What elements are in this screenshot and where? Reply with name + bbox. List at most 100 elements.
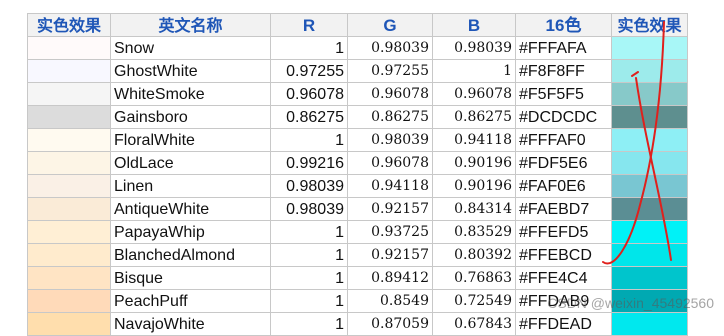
- tone-swatch-cell[interactable]: [611, 220, 688, 244]
- hex-code-cell[interactable]: #FAF0E6: [515, 174, 612, 198]
- g-value-cell[interactable]: 0.98039: [347, 128, 433, 152]
- header-r[interactable]: R: [270, 13, 348, 37]
- swatch-cell[interactable]: [27, 36, 111, 60]
- hex-code-cell[interactable]: #FFEBCD: [515, 243, 612, 267]
- color-name-cell[interactable]: WhiteSmoke: [110, 82, 271, 106]
- b-value-cell[interactable]: 0.90196: [432, 151, 516, 175]
- g-value-cell[interactable]: 0.96078: [347, 82, 433, 106]
- hex-code-cell[interactable]: #F5F5F5: [515, 82, 612, 106]
- color-name-cell[interactable]: NavajoWhite: [110, 312, 271, 336]
- b-value-cell[interactable]: 1: [432, 59, 516, 83]
- color-name-cell[interactable]: Linen: [110, 174, 271, 198]
- swatch-cell[interactable]: [27, 220, 111, 244]
- swatch-cell[interactable]: [27, 243, 111, 267]
- r-value-cell[interactable]: 0.99216: [270, 151, 348, 175]
- hex-code-cell[interactable]: #FFFAF0: [515, 128, 612, 152]
- hex-code-cell[interactable]: #FFDEAD: [515, 312, 612, 336]
- b-value-cell[interactable]: 0.84314: [432, 197, 516, 221]
- r-value-cell[interactable]: 0.97255: [270, 59, 348, 83]
- b-value-cell[interactable]: 0.83529: [432, 220, 516, 244]
- g-value-cell[interactable]: 0.98039: [347, 36, 433, 60]
- g-value-cell[interactable]: 0.92157: [347, 243, 433, 267]
- hex-code-cell[interactable]: #FDF5E6: [515, 151, 612, 175]
- g-value-cell[interactable]: 0.86275: [347, 105, 433, 129]
- swatch-cell[interactable]: [27, 59, 111, 83]
- swatch-cell[interactable]: [27, 105, 111, 129]
- g-value-cell[interactable]: 0.8549: [347, 289, 433, 313]
- header-swatch[interactable]: 实色效果: [27, 13, 111, 37]
- color-name-cell[interactable]: AntiqueWhite: [110, 197, 271, 221]
- swatch-cell[interactable]: [27, 151, 111, 175]
- tone-swatch-cell[interactable]: [611, 128, 688, 152]
- g-value-cell[interactable]: 0.89412: [347, 266, 433, 290]
- r-value-cell[interactable]: 1: [270, 289, 348, 313]
- tone-swatch-cell[interactable]: [611, 82, 688, 106]
- tone-swatch-cell[interactable]: [611, 197, 688, 221]
- b-value-cell[interactable]: 0.94118: [432, 128, 516, 152]
- b-value-cell[interactable]: 0.96078: [432, 82, 516, 106]
- swatch-cell[interactable]: [27, 289, 111, 313]
- r-value-cell[interactable]: 1: [270, 266, 348, 290]
- g-value-cell[interactable]: 0.93725: [347, 220, 433, 244]
- b-value-cell[interactable]: 0.98039: [432, 36, 516, 60]
- hex-code-cell[interactable]: #F8F8FF: [515, 59, 612, 83]
- r-value-cell[interactable]: 1: [270, 243, 348, 267]
- color-name-cell[interactable]: PapayaWhip: [110, 220, 271, 244]
- hex-code-cell[interactable]: #FFFAFA: [515, 36, 612, 60]
- r-value-cell[interactable]: 0.98039: [270, 174, 348, 198]
- hex-code-cell[interactable]: #FAEBD7: [515, 197, 612, 221]
- swatch-cell[interactable]: [27, 82, 111, 106]
- r-value-cell[interactable]: 0.86275: [270, 105, 348, 129]
- r-value-cell[interactable]: 1: [270, 312, 348, 336]
- tone-swatch-cell[interactable]: [611, 243, 688, 267]
- tone-swatch-cell[interactable]: [611, 174, 688, 198]
- tone-swatch: [612, 152, 687, 174]
- tone-swatch: [612, 267, 687, 289]
- r-value-cell[interactable]: 0.96078: [270, 82, 348, 106]
- g-value-cell[interactable]: 0.92157: [347, 197, 433, 221]
- swatch-cell[interactable]: [27, 312, 111, 336]
- color-name-cell[interactable]: GhostWhite: [110, 59, 271, 83]
- color-name-cell[interactable]: FloralWhite: [110, 128, 271, 152]
- hex-code-cell[interactable]: #FFEFD5: [515, 220, 612, 244]
- r-value-cell[interactable]: 1: [270, 220, 348, 244]
- swatch-cell[interactable]: [27, 174, 111, 198]
- b-value-cell[interactable]: 0.72549: [432, 289, 516, 313]
- color-name-cell[interactable]: BlanchedAlmond: [110, 243, 271, 267]
- header-b[interactable]: B: [432, 13, 516, 37]
- tone-swatch-cell[interactable]: [611, 105, 688, 129]
- swatch-cell[interactable]: [27, 128, 111, 152]
- tone-swatch: [612, 60, 687, 82]
- r-value-cell[interactable]: 0.98039: [270, 197, 348, 221]
- header-hex[interactable]: 16色: [515, 13, 612, 37]
- color-name-cell[interactable]: PeachPuff: [110, 289, 271, 313]
- header-english-name[interactable]: 英文名称: [110, 13, 271, 37]
- color-name-cell[interactable]: Snow: [110, 36, 271, 60]
- header-tone[interactable]: 实色效果: [611, 13, 688, 37]
- g-value-cell[interactable]: 0.96078: [347, 151, 433, 175]
- b-value-cell[interactable]: 0.67843: [432, 312, 516, 336]
- tone-swatch-cell[interactable]: [611, 312, 688, 336]
- g-value-cell[interactable]: 0.87059: [347, 312, 433, 336]
- hex-code-cell[interactable]: #FFE4C4: [515, 266, 612, 290]
- hex-code-cell[interactable]: #DCDCDC: [515, 105, 612, 129]
- color-name-cell[interactable]: OldLace: [110, 151, 271, 175]
- color-name-cell[interactable]: Gainsboro: [110, 105, 271, 129]
- tone-swatch-cell[interactable]: [611, 266, 688, 290]
- tone-swatch-cell[interactable]: [611, 151, 688, 175]
- b-value-cell[interactable]: 0.86275: [432, 105, 516, 129]
- tone-swatch-cell[interactable]: [611, 36, 688, 60]
- tone-swatch: [612, 244, 687, 266]
- color-name-cell[interactable]: Bisque: [110, 266, 271, 290]
- b-value-cell[interactable]: 0.76863: [432, 266, 516, 290]
- r-value-cell[interactable]: 1: [270, 36, 348, 60]
- r-value-cell[interactable]: 1: [270, 128, 348, 152]
- g-value-cell[interactable]: 0.94118: [347, 174, 433, 198]
- b-value-cell[interactable]: 0.90196: [432, 174, 516, 198]
- b-value-cell[interactable]: 0.80392: [432, 243, 516, 267]
- g-value-cell[interactable]: 0.97255: [347, 59, 433, 83]
- swatch-cell[interactable]: [27, 266, 111, 290]
- tone-swatch-cell[interactable]: [611, 59, 688, 83]
- header-g[interactable]: G: [347, 13, 433, 37]
- swatch-cell[interactable]: [27, 197, 111, 221]
